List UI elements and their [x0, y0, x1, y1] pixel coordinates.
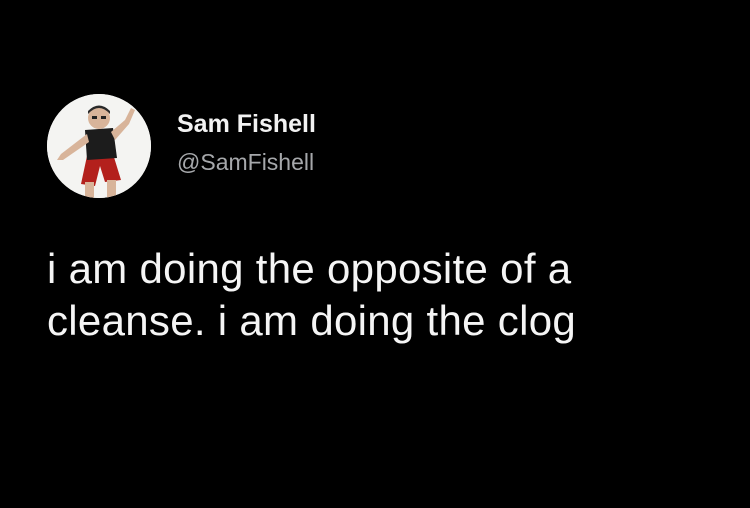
- avatar[interactable]: [47, 94, 151, 198]
- author-display-name[interactable]: Sam Fishell: [177, 109, 316, 139]
- tweet-text-line: cleanse. i am doing the clog: [47, 297, 577, 344]
- tweet-text: i am doing the opposite of a cleanse. i …: [47, 243, 727, 347]
- person-dancing-avatar-icon: [47, 94, 151, 198]
- author-handle[interactable]: @SamFishell: [177, 148, 314, 176]
- tweet-card: Sam Fishell @SamFishell i am doing the o…: [0, 0, 750, 508]
- tweet-text-line: i am doing the opposite of a: [47, 245, 572, 292]
